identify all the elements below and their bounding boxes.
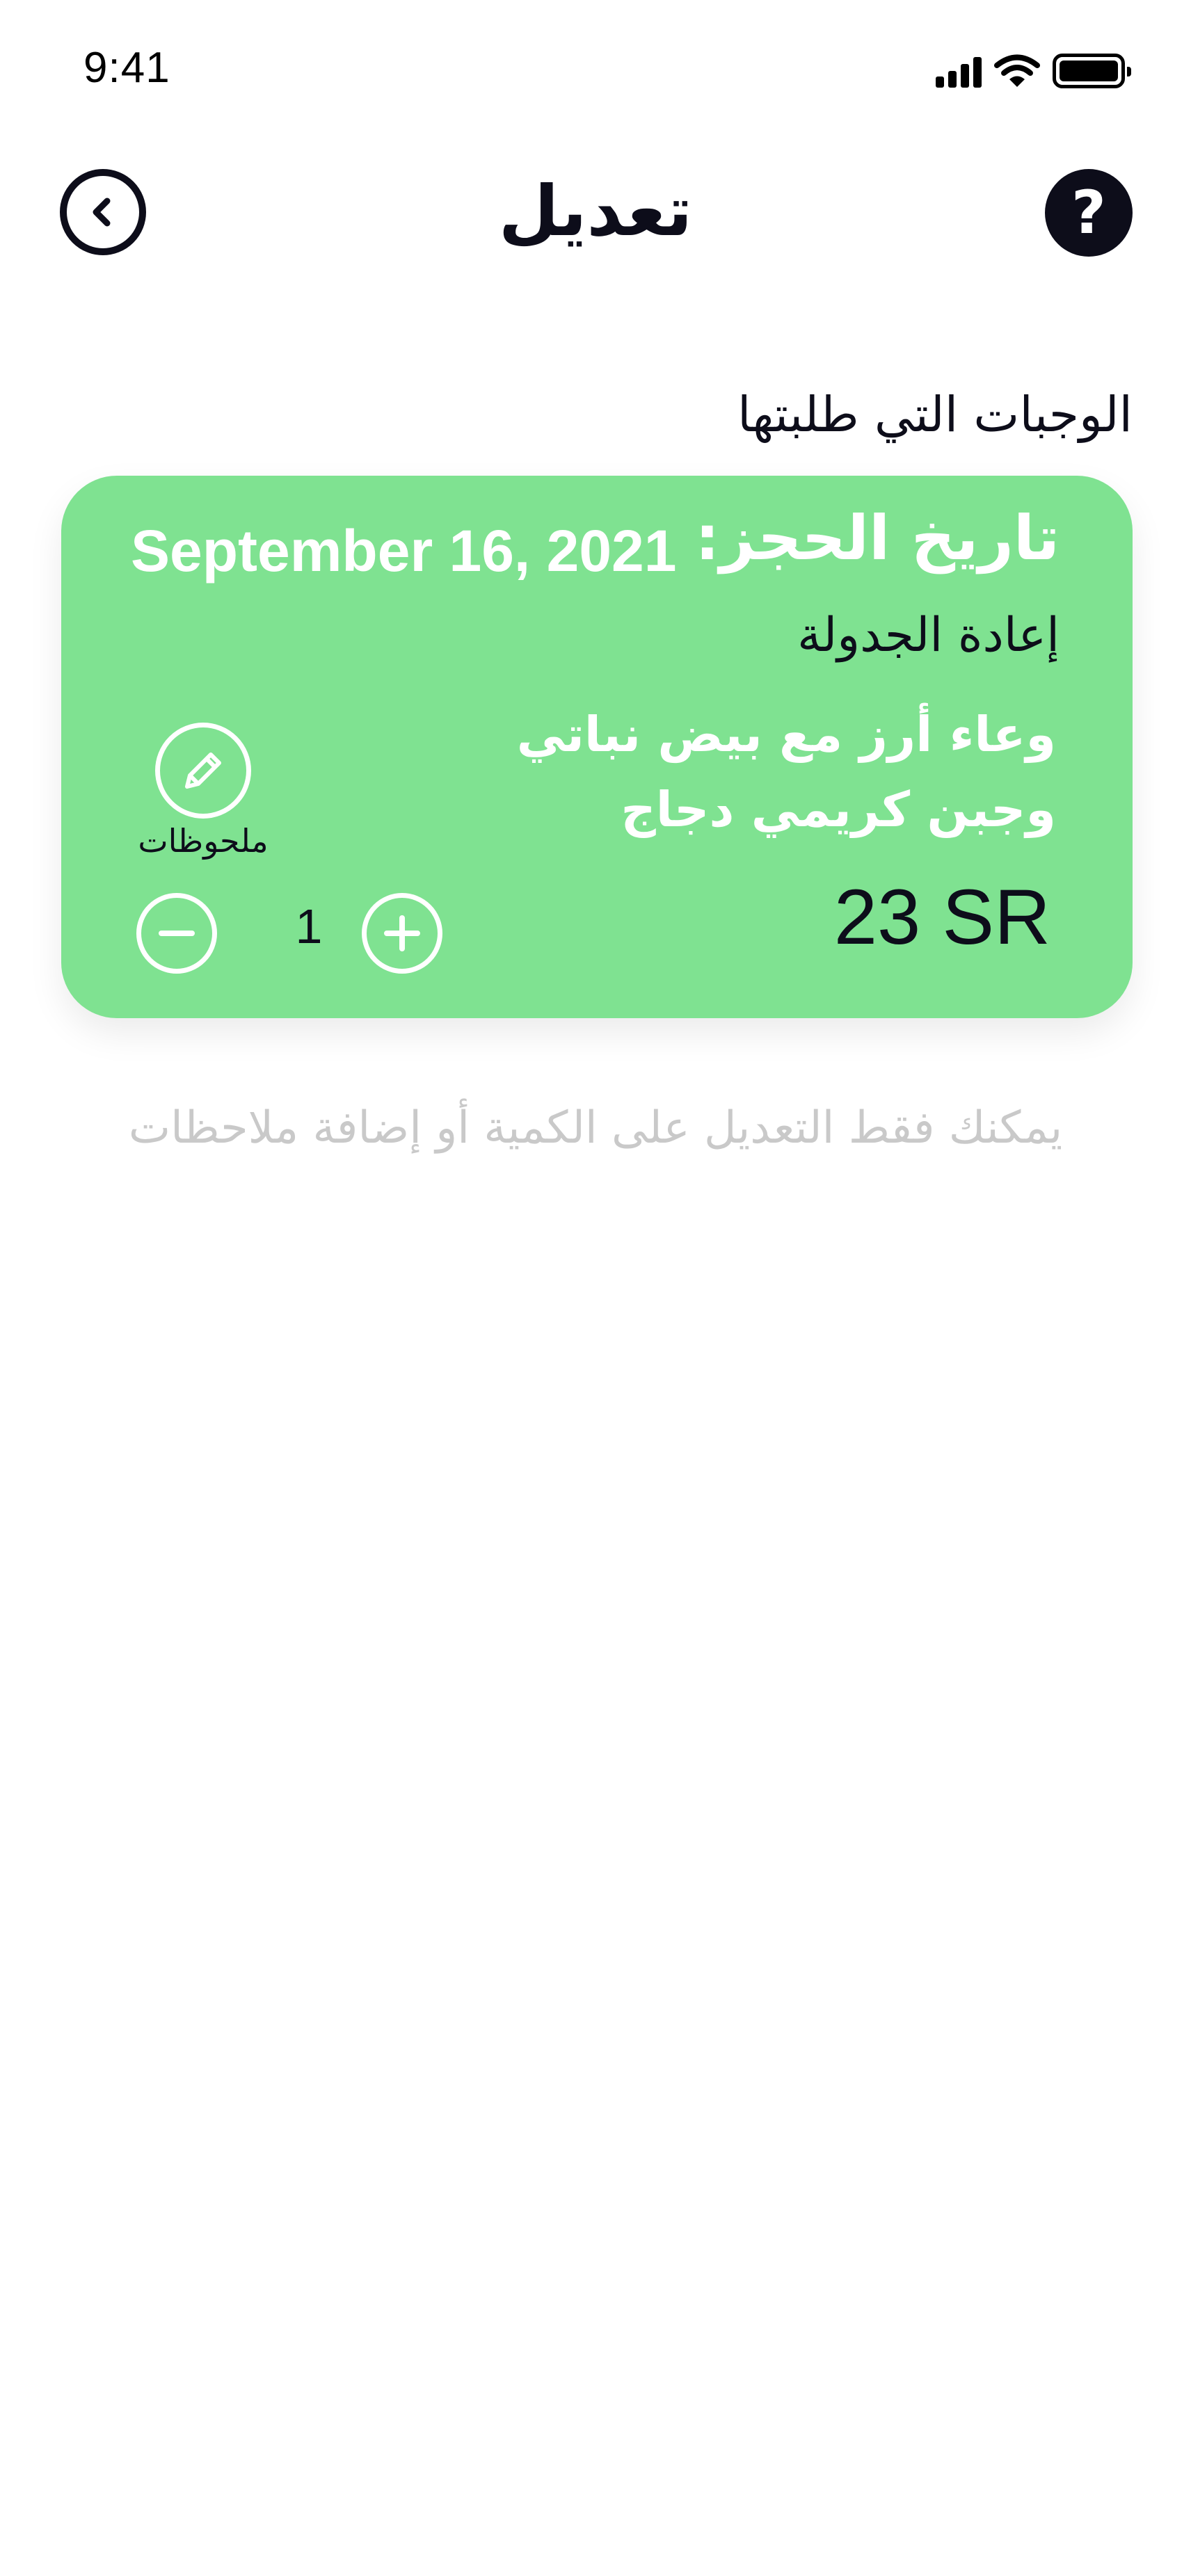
booking-date-label: تاريخ الحجز: <box>695 502 1060 574</box>
question-mark-icon: ? <box>1071 178 1106 248</box>
status-bar: 9:41 <box>0 0 1191 132</box>
status-time: 9:41 <box>83 44 170 92</box>
help-button[interactable]: ? <box>1045 169 1133 257</box>
quantity-value: 1 <box>295 899 323 953</box>
plus-icon <box>384 915 420 951</box>
meal-card: تاريخ الحجز: September 16, 2021 إعادة ال… <box>61 476 1133 1018</box>
header: تعديل ? <box>0 163 1191 261</box>
cellular-signal-icon <box>936 54 982 88</box>
battery-icon <box>1053 54 1131 88</box>
battery-level <box>1060 61 1118 81</box>
edit-hint-text: يمكنك فقط التعديل على الكمية أو إضافة مل… <box>128 1102 1063 1154</box>
increase-quantity-button[interactable] <box>362 893 442 974</box>
meal-name: وعاء أرز مع بيض نباتي وجبن كريمي دجاج <box>516 706 1056 838</box>
notes-button[interactable] <box>155 723 251 819</box>
booking-date-value: September 16, 2021 <box>131 518 677 583</box>
minus-icon <box>159 931 195 936</box>
meal-price: 23 SR <box>833 874 1050 960</box>
decrease-quantity-button[interactable] <box>136 893 217 974</box>
reschedule-link[interactable]: إعادة الجدولة <box>797 608 1060 663</box>
pencil-icon <box>185 752 221 789</box>
status-icons <box>936 50 1131 92</box>
page-title: تعديل <box>498 170 693 252</box>
notes-label: ملحوظات <box>138 822 269 860</box>
wifi-icon <box>994 54 1040 87</box>
section-heading: الوجبات التي طلبتها <box>737 386 1133 443</box>
